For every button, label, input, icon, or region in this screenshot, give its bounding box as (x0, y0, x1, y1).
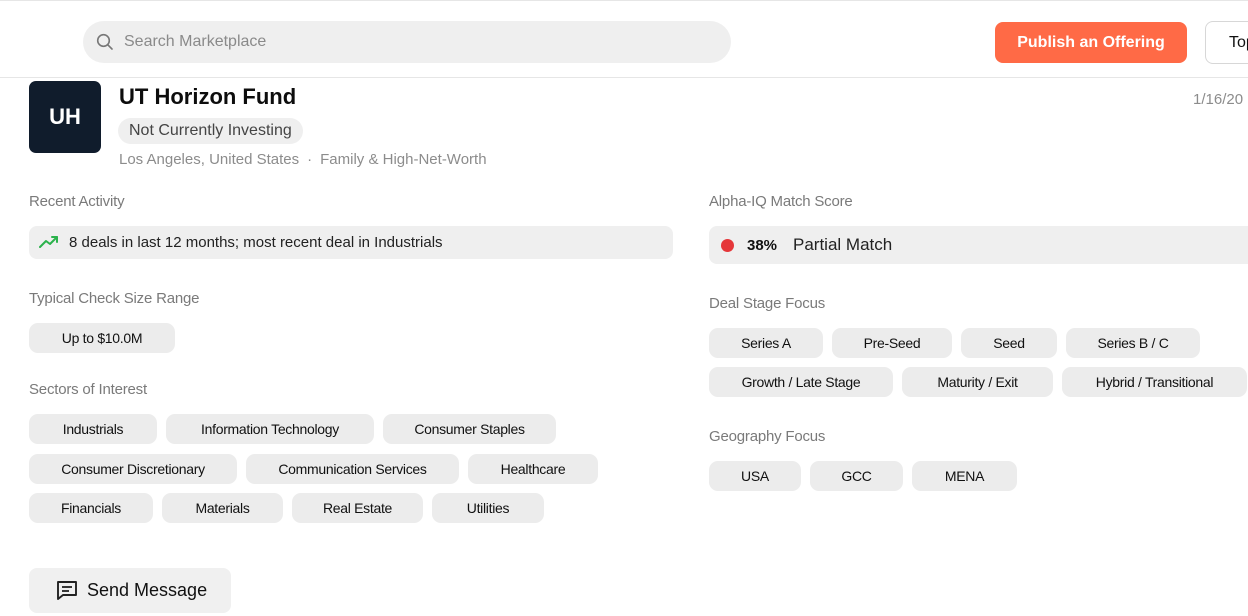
status-badge: Not Currently Investing (118, 118, 303, 144)
match-score-box: 38% Partial Match (709, 226, 1248, 264)
fund-date: 1/16/20 (1193, 91, 1244, 108)
sector-chip[interactable]: Consumer Discretionary (29, 454, 237, 484)
sectors-label: Sectors of Interest (29, 381, 147, 398)
search-icon (96, 33, 113, 50)
fund-avatar: UH (29, 81, 101, 153)
send-message-label: Send Message (87, 580, 208, 600)
match-description: Partial Match (793, 235, 893, 254)
sector-chip[interactable]: Information Technology (166, 414, 374, 444)
send-message-button[interactable]: Send Message (29, 568, 231, 613)
deal-stage-chip[interactable]: Growth / Late Stage (709, 367, 893, 397)
check-size-chip: Up to $10.0M (29, 323, 175, 353)
sector-chip[interactable]: Materials (162, 493, 283, 523)
recent-activity-text: 8 deals in last 12 months; most recent d… (69, 234, 443, 251)
deal-stage-chip[interactable]: Seed (961, 328, 1057, 358)
meta-separator: · (307, 151, 313, 168)
avatar-initials: UH (49, 104, 81, 129)
sector-chip[interactable]: Communication Services (246, 454, 459, 484)
sector-chip[interactable]: Industrials (29, 414, 157, 444)
geography-label: Geography Focus (709, 428, 826, 445)
search-input[interactable] (124, 21, 714, 63)
trending-up-icon (39, 236, 58, 248)
fund-investor-type: Family & High-Net-Worth (320, 151, 487, 168)
match-score-label: Alpha-IQ Match Score (709, 193, 853, 210)
sector-chip[interactable]: Financials (29, 493, 153, 523)
message-icon (57, 581, 77, 600)
check-size-label: Typical Check Size Range (29, 290, 200, 307)
match-percent: 38% (747, 237, 778, 254)
sector-chip[interactable]: Healthcare (468, 454, 598, 484)
publish-offering-button[interactable]: Publish an Offering (995, 22, 1187, 63)
fund-location: Los Angeles, United States (119, 151, 300, 168)
deal-stage-chip[interactable]: Hybrid / Transitional (1062, 367, 1247, 397)
recent-activity-label: Recent Activity (29, 193, 125, 210)
deal-stage-label: Deal Stage Focus (709, 295, 826, 312)
match-status-dot (721, 239, 734, 252)
sector-chip[interactable]: Utilities (432, 493, 544, 523)
deal-stage-chip[interactable]: Pre-Seed (832, 328, 952, 358)
geography-chip[interactable]: GCC (810, 461, 903, 491)
deal-stage-chip[interactable]: Series B / C (1066, 328, 1200, 358)
sector-chip[interactable]: Real Estate (292, 493, 423, 523)
fund-meta: Los Angeles, United States · Family & High… (119, 151, 487, 168)
geography-chip[interactable]: USA (709, 461, 801, 491)
top-button[interactable]: Top (1205, 21, 1248, 64)
deal-stage-chip[interactable]: Maturity / Exit (902, 367, 1053, 397)
geography-chip[interactable]: MENA (912, 461, 1017, 491)
deal-stage-chip[interactable]: Series A (709, 328, 823, 358)
search-bar[interactable] (83, 21, 731, 63)
sector-chip[interactable]: Consumer Staples (383, 414, 556, 444)
recent-activity-box: 8 deals in last 12 months; most recent d… (29, 226, 673, 259)
fund-name: UT Horizon Fund (119, 84, 297, 109)
top-bar: Publish an Offering Top (0, 0, 1248, 78)
